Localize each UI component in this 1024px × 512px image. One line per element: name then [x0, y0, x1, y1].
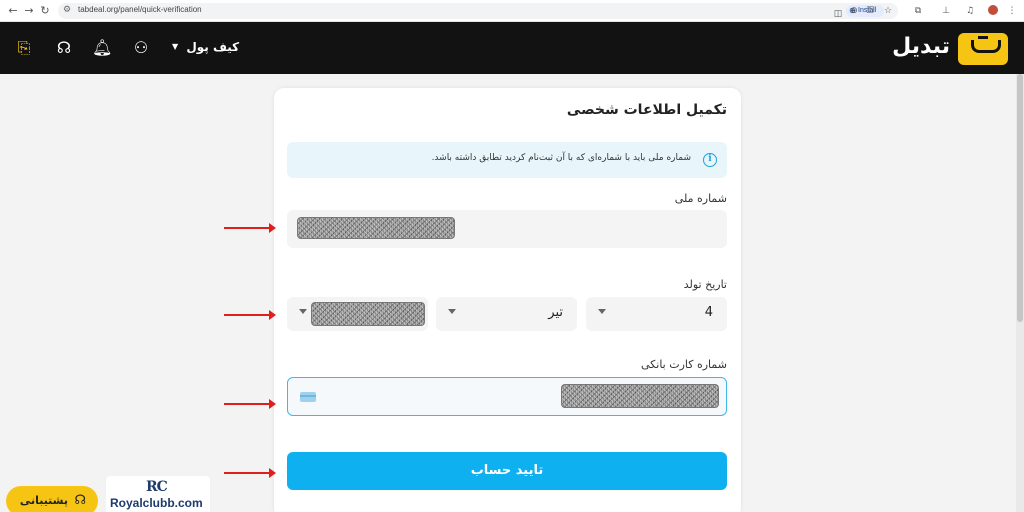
chevron-down-icon: ▼ — [172, 42, 179, 51]
watermark: RC Royalclubb.com — [106, 476, 210, 512]
deposit-icon[interactable]: ⎘ — [14, 38, 34, 58]
birth-year-select[interactable] — [287, 297, 428, 331]
watermark-logo: RC — [146, 479, 168, 495]
bookmark-star-icon[interactable]: ☆ — [882, 4, 894, 18]
site-info-icon[interactable]: ⚙ — [63, 5, 71, 15]
national-id-input[interactable] — [287, 210, 727, 248]
extensions-icon[interactable]: ⧉ — [912, 4, 924, 18]
app-header: ⎘ ☊ 🔔︎ ⚇ ▼ کیف پول تبدیل — [0, 22, 1024, 74]
birth-month-value: تیر — [548, 305, 563, 320]
info-alert: i شماره ملی باید با شماره‌ای که با آن ثب… — [287, 142, 727, 178]
card-number-input[interactable] — [287, 377, 727, 416]
chevron-down-icon — [448, 309, 456, 314]
verification-card: تکمیل اطلاعات شخصی i شماره ملی باید با ش… — [274, 88, 741, 512]
profile-avatar[interactable] — [988, 5, 998, 15]
back-icon[interactable]: ← — [6, 4, 20, 18]
redacted-value — [297, 217, 455, 239]
submit-button[interactable]: تایید حساب — [287, 452, 727, 490]
support-button[interactable]: ☊ پشتیبانی — [6, 486, 98, 512]
key-icon[interactable]: ⚿ — [864, 4, 876, 18]
card-number-label: شماره کارت بانکی — [641, 358, 727, 371]
browser-toolbar: ← → ↻ ⚙ tabdeal.org/panel/quick-verifica… — [0, 0, 1024, 22]
page-title: تکمیل اطلاعات شخصی — [566, 102, 727, 118]
wallet-label: کیف پول — [186, 40, 240, 54]
logo-icon[interactable] — [958, 33, 1008, 65]
annotation-arrow — [224, 223, 276, 233]
birth-month-select[interactable]: تیر — [436, 297, 577, 331]
redacted-value — [311, 302, 425, 326]
headset-icon: ☊ — [74, 493, 86, 508]
headset-icon[interactable]: ☊ — [54, 38, 74, 58]
translate-icon[interactable]: ◫ — [832, 7, 844, 21]
annotation-arrow — [224, 468, 276, 478]
media-icon[interactable]: ♫ — [964, 4, 976, 18]
support-label: پشتیبانی — [19, 494, 68, 507]
scrollbar-thumb[interactable] — [1017, 74, 1023, 322]
birth-day-value: 4 — [704, 305, 713, 320]
redacted-value — [561, 384, 719, 408]
bell-icon[interactable]: 🔔︎ — [92, 38, 112, 58]
pin-icon[interactable]: ⊥ — [940, 4, 952, 18]
national-id-label: شماره ملی — [674, 192, 727, 205]
birth-day-select[interactable]: 4 — [586, 297, 727, 331]
info-text: شماره ملی باید با شماره‌ای که با آن ثبت‌… — [431, 153, 691, 163]
watermark-text: Royalclubb.com — [110, 496, 203, 510]
annotation-arrow — [224, 399, 276, 409]
zoom-icon[interactable]: ⊕ — [848, 4, 860, 18]
page-scrollbar[interactable] — [1016, 74, 1024, 512]
url-text: tabdeal.org/panel/quick-verification — [78, 5, 202, 14]
chevron-down-icon — [598, 309, 606, 314]
info-icon: i — [703, 153, 717, 167]
logo-text[interactable]: تبدیل — [892, 34, 950, 59]
bank-card-icon — [300, 392, 316, 402]
wallet-menu[interactable]: ▼ کیف پول — [172, 40, 239, 54]
menu-icon[interactable]: ⋮ — [1006, 4, 1018, 18]
annotation-arrow — [224, 310, 276, 320]
reload-icon[interactable]: ↻ — [38, 4, 52, 18]
chevron-down-icon — [299, 309, 307, 314]
user-icon[interactable]: ⚇ — [131, 38, 151, 58]
address-bar[interactable]: ⚙ tabdeal.org/panel/quick-verification ⊕… — [58, 3, 898, 19]
birth-date-label: تاریخ تولد — [683, 278, 727, 291]
forward-icon[interactable]: → — [22, 4, 36, 18]
